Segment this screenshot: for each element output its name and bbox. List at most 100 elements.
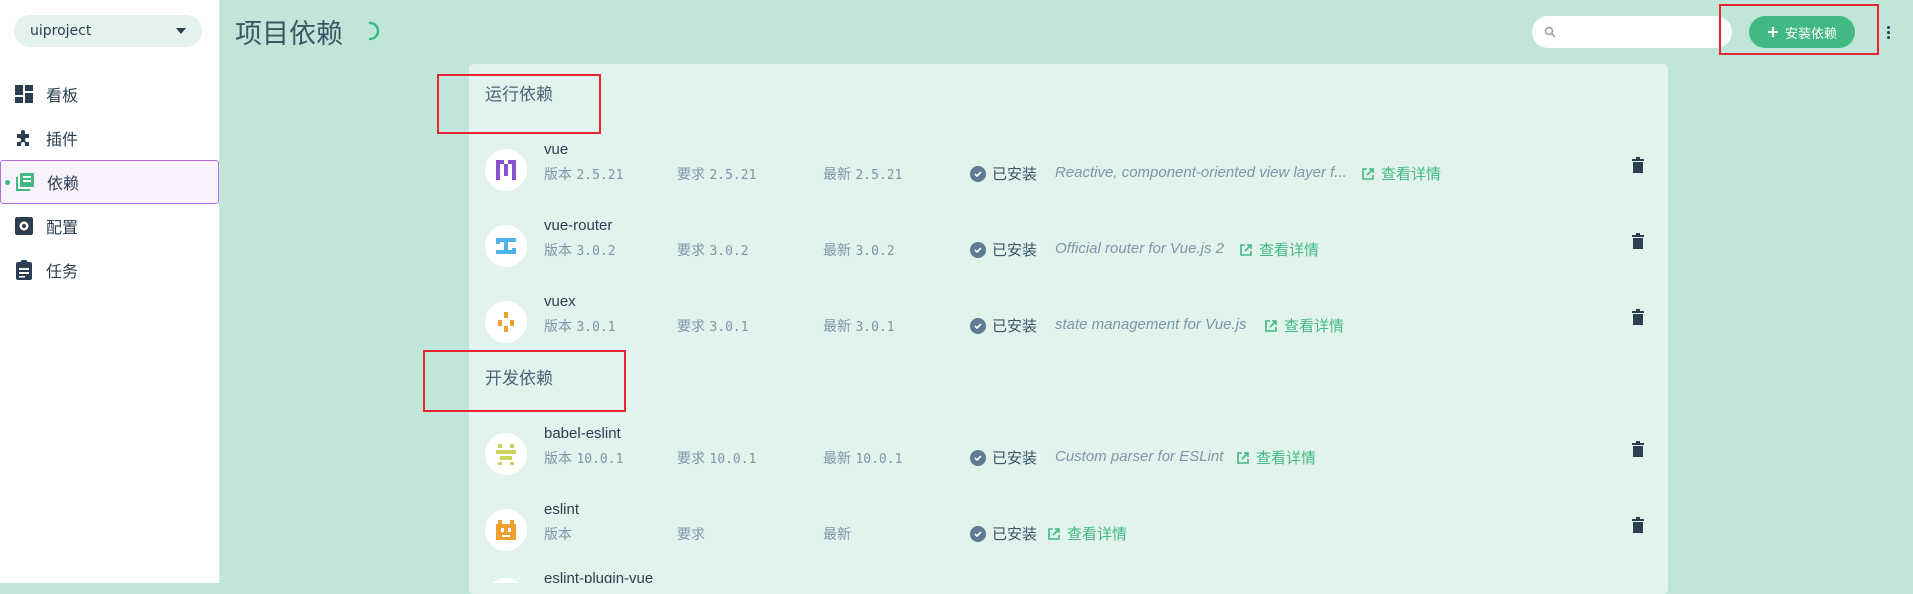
latest-label: 最新: [823, 243, 851, 259]
delete-icon[interactable]: [1631, 517, 1645, 533]
list-item: eslint 版本 要求 最新 已安装 查看详情: [469, 493, 1668, 569]
more-options-button[interactable]: [1880, 20, 1896, 44]
more-dot: [1886, 30, 1890, 34]
latest-field: 最新 3.0.1: [823, 316, 895, 336]
delete-icon[interactable]: [1631, 233, 1645, 249]
dependency-name: eslint-plugin-vue: [544, 570, 654, 583]
wanted-value: 3.0.2: [709, 244, 749, 259]
latest-field: 最新 2.5.21: [823, 164, 902, 184]
latest-value: 3.0.1: [855, 320, 895, 335]
delete-icon[interactable]: [1631, 157, 1645, 173]
delete-icon[interactable]: [1631, 441, 1645, 457]
view-details-link[interactable]: 查看详情: [1047, 523, 1127, 544]
sidebar-item-settings[interactable]: 配置: [0, 204, 219, 248]
annotation-box-dev: [423, 350, 626, 412]
dependency-name: vuex: [544, 293, 576, 310]
babel-eslint-logo-icon: [485, 433, 527, 475]
view-details-link[interactable]: 查看详情: [1236, 447, 1316, 468]
clipboard-icon: [14, 260, 34, 280]
search-icon: [1544, 26, 1556, 38]
version-field: 版本 10.0.1: [544, 448, 623, 468]
version-label: 版本: [544, 243, 572, 259]
vue-logo-icon: [485, 149, 527, 191]
installed-status: 已安装: [970, 447, 1037, 468]
view-details-label: 查看详情: [1259, 241, 1320, 259]
view-details-link[interactable]: 查看详情: [1361, 163, 1441, 184]
check-circle-icon: [970, 241, 986, 258]
version-field: 版本: [544, 524, 572, 544]
vuex-logo-icon: [485, 301, 527, 343]
search-box[interactable]: [1532, 16, 1732, 48]
dependency-name: vue-router: [544, 217, 613, 234]
sidebar-item-plugins[interactable]: 插件: [0, 116, 219, 160]
search-input[interactable]: [1564, 23, 1728, 41]
sidebar-item-tasks[interactable]: 任务: [0, 248, 219, 292]
external-link-icon: [1240, 243, 1252, 256]
installed-status: 已安装: [970, 239, 1037, 260]
chevron-down-icon: [176, 28, 186, 34]
dependency-name: eslint: [544, 501, 580, 518]
sidebar-item-dashboard[interactable]: 看板: [0, 72, 219, 116]
sidebar-item-label: 看板: [46, 86, 79, 105]
installed-status: 已安装: [970, 163, 1037, 184]
sidebar-item-label: 插件: [46, 130, 79, 149]
external-link-icon: [1237, 451, 1249, 464]
dependency-description: Reactive, component-oriented view layer …: [1055, 164, 1347, 181]
list-item: vuex 版本 3.0.1 要求 3.0.1 最新 3.0.1 已安装 stat…: [469, 285, 1668, 361]
more-dot: [1886, 25, 1890, 29]
version-field: 版本 2.5.21: [544, 164, 623, 184]
project-selector[interactable]: uiproject: [14, 15, 202, 47]
view-details-label: 查看详情: [1284, 317, 1345, 335]
installed-label: 已安装: [992, 449, 1038, 467]
loading-spinner-icon: [368, 21, 380, 41]
wanted-value: 3.0.1: [709, 320, 749, 335]
version-field: 版本 3.0.2: [544, 240, 616, 260]
dependency-description: state management for Vue.js: [1055, 316, 1247, 333]
view-details-link[interactable]: 查看详情: [1264, 315, 1344, 336]
view-details-label: 查看详情: [1256, 449, 1317, 467]
external-link-icon: [1265, 319, 1277, 332]
version-value: 2.5.21: [576, 168, 624, 183]
latest-label: 最新: [823, 527, 851, 543]
sidebar-item-dependencies[interactable]: 依赖: [0, 160, 219, 204]
wanted-field: 要求 3.0.1: [677, 316, 749, 336]
wanted-label: 要求: [677, 527, 705, 543]
latest-value: 10.0.1: [855, 452, 903, 467]
view-details-label: 查看详情: [1067, 525, 1128, 543]
check-circle-icon: [970, 165, 986, 182]
version-label: 版本: [544, 527, 572, 543]
active-indicator: [5, 180, 10, 185]
version-field: 版本 3.0.1: [544, 316, 616, 336]
external-link-icon: [1362, 167, 1374, 180]
more-dot: [1886, 35, 1890, 39]
latest-field: 最新: [823, 524, 851, 544]
eslint-plugin-vue-logo-icon: [485, 578, 527, 583]
list-item: vue-router 版本 3.0.2 要求 3.0.2 最新 3.0.2 已安…: [469, 209, 1668, 285]
installed-label: 已安装: [992, 241, 1038, 259]
view-details-label: 查看详情: [1381, 165, 1442, 183]
check-circle-icon: [970, 525, 986, 542]
wanted-field: 要求 10.0.1: [677, 448, 756, 468]
version-label: 版本: [544, 451, 572, 467]
wanted-label: 要求: [677, 243, 705, 259]
version-label: 版本: [544, 319, 572, 335]
delete-icon[interactable]: [1631, 309, 1645, 325]
view-details-link[interactable]: 查看详情: [1239, 239, 1319, 260]
wanted-label: 要求: [677, 167, 705, 183]
annotation-box-runtime: [437, 74, 601, 134]
eslint-logo-icon: [485, 509, 527, 551]
check-circle-icon: [970, 449, 986, 466]
version-value: 3.0.2: [576, 244, 616, 259]
list-item: vue 版本 2.5.21 要求 2.5.21 最新 2.5.21 已安装 Re…: [469, 133, 1668, 209]
latest-label: 最新: [823, 451, 851, 467]
sidebar-item-label: 依赖: [47, 174, 80, 193]
wanted-label: 要求: [677, 319, 705, 335]
wanted-field: 要求 3.0.2: [677, 240, 749, 260]
latest-label: 最新: [823, 319, 851, 335]
latest-field: 最新 3.0.2: [823, 240, 895, 260]
sidebar-nav: 看板 插件 依赖 配置 任务: [0, 72, 219, 292]
version-value: 10.0.1: [576, 452, 624, 467]
installed-status: 已安装: [970, 315, 1037, 336]
latest-label: 最新: [823, 167, 851, 183]
external-link-icon: [1048, 527, 1060, 540]
